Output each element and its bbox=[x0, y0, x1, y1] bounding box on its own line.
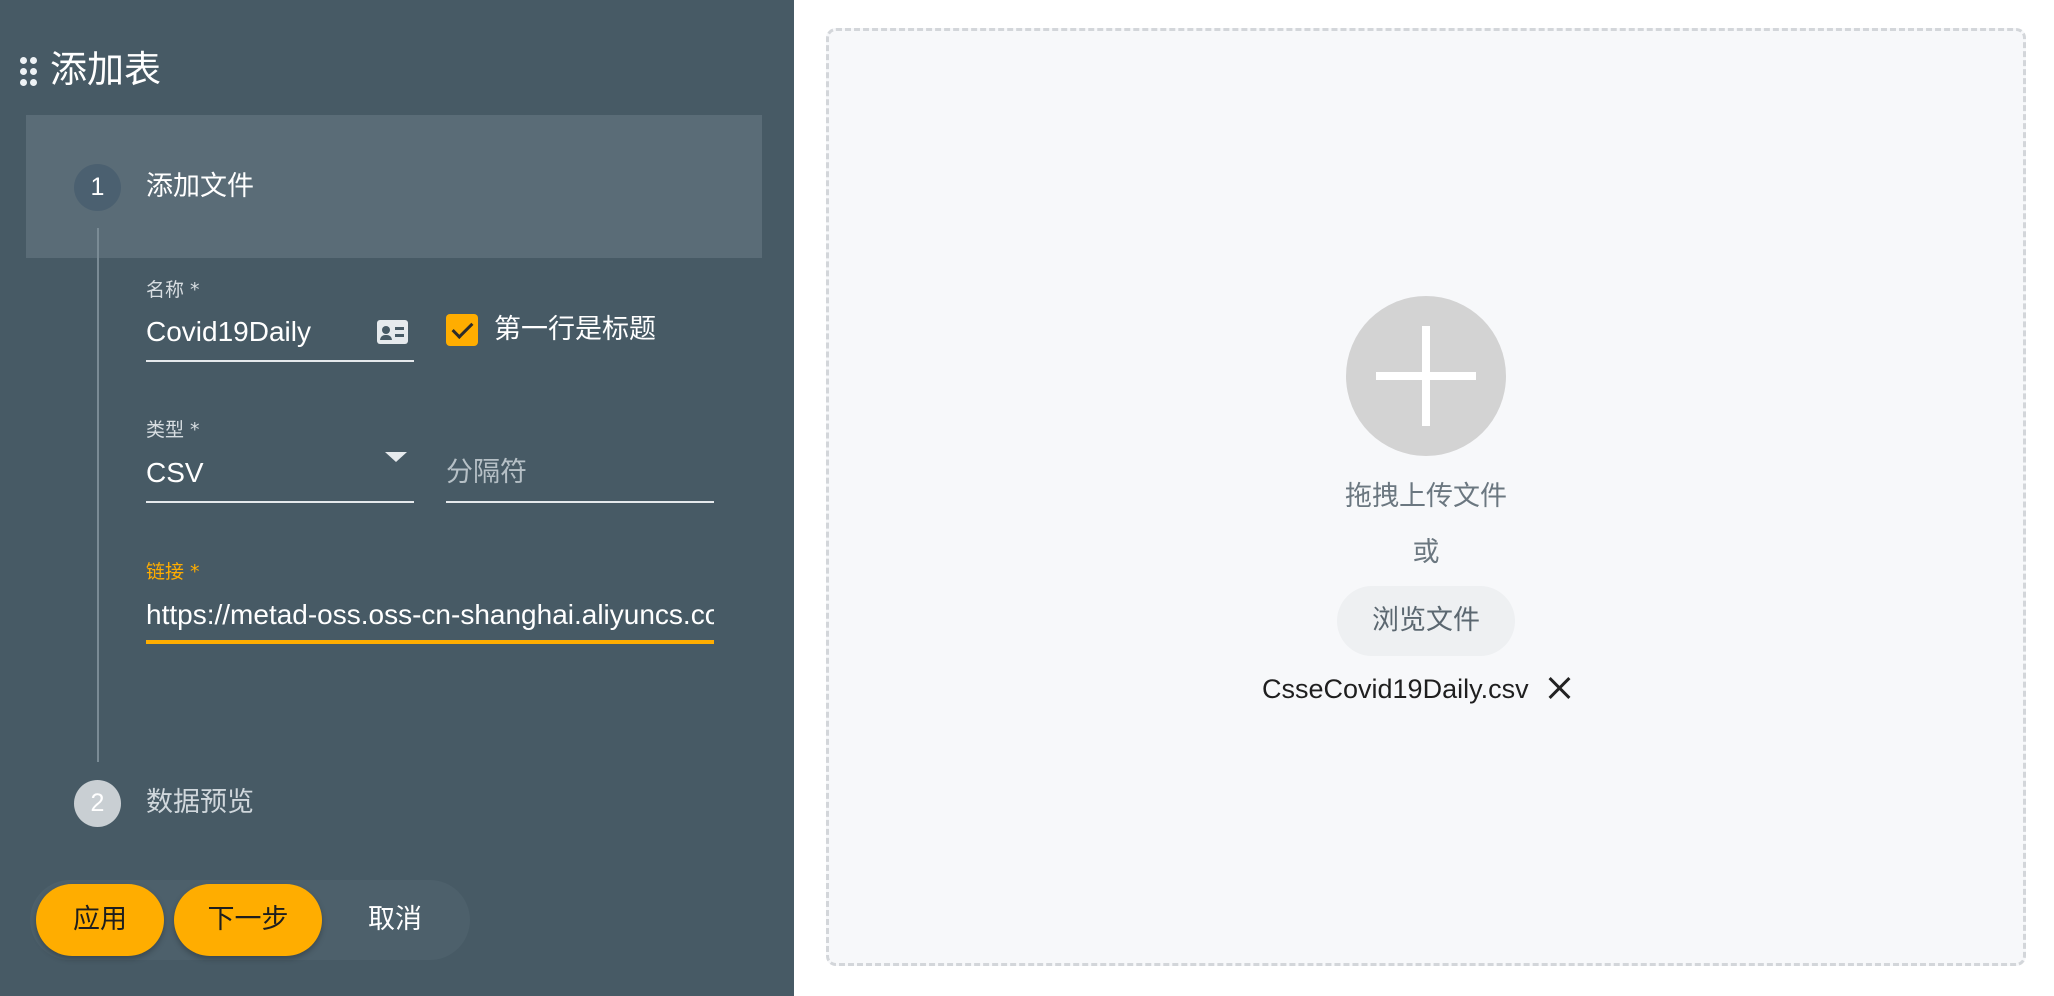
close-icon[interactable] bbox=[1544, 672, 1576, 704]
drag-handle-icon[interactable] bbox=[20, 57, 40, 87]
step-2-number: 2 bbox=[74, 780, 121, 827]
uploaded-file-name: CsseCovid19Daily.csv bbox=[1262, 674, 1529, 704]
step-1-header[interactable] bbox=[26, 115, 762, 258]
contact-card-icon bbox=[377, 320, 408, 344]
first-row-header-label[interactable]: 第一行是标题 bbox=[494, 311, 656, 349]
or-text: 或 bbox=[1412, 537, 1440, 568]
type-select-underline bbox=[146, 501, 414, 503]
first-row-header-checkbox[interactable] bbox=[446, 314, 478, 346]
next-button[interactable]: 下一步 bbox=[174, 884, 322, 956]
name-input-underline bbox=[146, 360, 414, 362]
add-file-icon[interactable] bbox=[1346, 296, 1506, 456]
browse-files-button[interactable]: 浏览文件 bbox=[1337, 586, 1515, 656]
step-connector bbox=[97, 228, 99, 762]
chevron-down-icon[interactable] bbox=[385, 452, 407, 462]
step-1-label: 添加文件 bbox=[146, 171, 254, 202]
step-1-number: 1 bbox=[74, 164, 121, 211]
step-2-label[interactable]: 数据预览 bbox=[146, 783, 254, 823]
cancel-button[interactable]: 取消 bbox=[340, 884, 450, 956]
link-input-underline bbox=[146, 640, 714, 644]
dialog-title: 添加表 bbox=[50, 48, 161, 91]
name-input[interactable]: Covid19Daily bbox=[146, 314, 366, 350]
link-field-label: 链接 * bbox=[146, 561, 200, 583]
apply-button[interactable]: 应用 bbox=[36, 884, 164, 956]
link-input[interactable]: https://metad-oss.oss-cn-shanghai.aliyun… bbox=[146, 597, 714, 633]
separator-input[interactable]: 分隔符 bbox=[446, 455, 527, 491]
name-field-label: 名称 * bbox=[146, 279, 200, 301]
type-field-label: 类型 * bbox=[146, 419, 200, 441]
drop-hint-text: 拖拽上传文件 bbox=[1345, 481, 1507, 512]
separator-input-underline bbox=[446, 501, 714, 503]
type-select[interactable]: CSV bbox=[146, 455, 204, 491]
